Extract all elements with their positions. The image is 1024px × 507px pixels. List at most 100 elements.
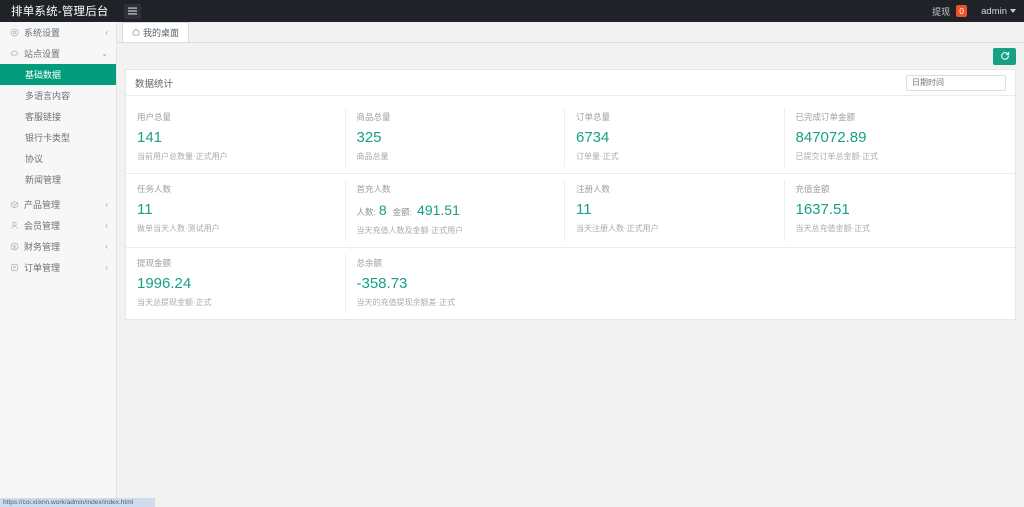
sidebar-subitem-label: 多语言内容	[25, 89, 70, 102]
sidebar-item-agreements[interactable]: 协议	[0, 148, 116, 169]
browser-status-bar: https://coi.xiixnn.work/admin/index/inde…	[0, 498, 155, 507]
sidebar-subitem-label: 基础数据	[25, 68, 61, 81]
sidebar: 系统设置 ‹ 站点设置 ⌄ 基础数据 多语言内容 客服链接 银行卡类型 协议 新…	[0, 22, 117, 507]
stats-cards: 用户总量 141 当前用户总数量·正式用户 商品总量 325 商品总量 订单总量…	[126, 96, 1015, 319]
gear-icon	[10, 28, 22, 37]
app-brand-title: 排单系统-管理后台	[0, 0, 117, 22]
stat-label: 订单总量	[576, 111, 774, 123]
chevron-down-icon: ⌄	[101, 50, 108, 58]
refresh-button[interactable]	[993, 48, 1016, 65]
stat-card-total-users: 用户总量 141 当前用户总数量·正式用户	[126, 102, 346, 173]
sidebar-item-label: 站点设置	[24, 47, 60, 60]
sidebar-item-product-management[interactable]: 产品管理 ‹	[0, 194, 116, 215]
stat-card-withdraw-amount: 提现金额 1996.24 当天总提现金额·正式	[126, 248, 346, 319]
stats-row: 提现金额 1996.24 当天总提现金额·正式 总余额 -358.73 当天的充…	[126, 248, 1015, 319]
stat-value: 1996.24	[137, 275, 335, 293]
stat-desc: 当天总提现金额·正式	[137, 297, 335, 308]
admin-dashboard-page: 排单系统-管理后台 提现 0 admin 系统设置 ‹	[0, 0, 1024, 507]
stat-desc: 已提交订单总金额·正式	[796, 151, 994, 162]
tab-my-desktop[interactable]: 我的桌面	[122, 22, 189, 42]
user-menu[interactable]: admin	[981, 6, 1016, 17]
user-icon	[10, 221, 22, 230]
box-icon	[10, 200, 22, 209]
main-content: 我的桌面 数据统计 用户总量 141	[117, 22, 1024, 507]
chevron-left-icon: ‹	[105, 243, 108, 251]
stat-label: 注册人数	[576, 183, 774, 195]
sidebar-item-label: 财务管理	[24, 240, 60, 253]
panel-title: 数据统计	[135, 76, 173, 90]
sidebar-item-label: 系统设置	[24, 26, 60, 39]
sidebar-item-basic-data[interactable]: 基础数据	[0, 64, 116, 85]
order-icon	[10, 263, 22, 272]
stat-value: 325	[357, 129, 555, 147]
stat-label: 充值金额	[796, 183, 994, 195]
sidebar-item-news-management[interactable]: 新闻管理	[0, 169, 116, 190]
hamburger-icon[interactable]	[124, 4, 141, 19]
stat-value: -358.73	[357, 275, 555, 293]
sidebar-item-finance-management[interactable]: 财务管理 ‹	[0, 236, 116, 257]
home-icon	[132, 28, 140, 38]
refresh-icon	[1000, 51, 1010, 61]
chevron-left-icon: ‹	[105, 264, 108, 272]
sidebar-item-label: 产品管理	[24, 198, 60, 211]
chevron-left-icon: ‹	[105, 222, 108, 230]
stat-desc: 订单量·正式	[576, 151, 774, 162]
stat-value: 1637.51	[796, 201, 994, 219]
sidebar-item-label: 订单管理	[24, 261, 60, 274]
sidebar-item-site-settings[interactable]: 站点设置 ⌄	[0, 43, 116, 64]
stats-panel: 数据统计 用户总量 141 当前用户总数量·正式用户 商品总量 325 商品总量	[125, 69, 1016, 320]
sidebar-item-multilang-content[interactable]: 多语言内容	[0, 85, 116, 106]
withdraw-notice-link[interactable]: 提现	[932, 5, 950, 18]
stat-card-first-deposit: 首充人数 人数: 8 金额: 491.51 当天充值人数及金额·正式用户	[346, 174, 566, 247]
stat-desc: 当天注册人数·正式用户	[576, 223, 774, 234]
stat-people-value: 8	[379, 201, 387, 219]
user-menu-label: admin	[981, 6, 1007, 17]
top-header: 排单系统-管理后台 提现 0 admin	[0, 0, 1024, 22]
sidebar-item-member-management[interactable]: 会员管理 ‹	[0, 215, 116, 236]
sidebar-item-support-links[interactable]: 客服链接	[0, 106, 116, 127]
stat-value: 11	[576, 201, 774, 219]
content-toolbar	[117, 43, 1024, 69]
tab-bar: 我的桌面	[117, 22, 1024, 43]
stat-amount-label: 金额:	[393, 203, 412, 221]
stats-row: 任务人数 11 做单当天人数·测试用户 首充人数 人数: 8 金额: 491.5…	[126, 174, 1015, 248]
stat-card-total-products: 商品总量 325 商品总量	[346, 102, 566, 173]
sidebar-subitem-label: 银行卡类型	[25, 131, 70, 144]
stat-label: 商品总量	[357, 111, 555, 123]
notice-count-badge: 0	[956, 5, 967, 17]
chevron-down-icon	[1010, 9, 1016, 13]
stat-label: 总余额	[357, 257, 555, 269]
stat-value: 6734	[576, 129, 774, 147]
stat-label: 任务人数	[137, 183, 335, 195]
stat-value: 847072.89	[796, 129, 994, 147]
stat-card-task-users: 任务人数 11 做单当天人数·测试用户	[126, 174, 346, 247]
stat-card-deposit-amount: 充值金额 1637.51 当天总充值金额·正式	[785, 174, 1005, 247]
stat-people-label: 人数:	[357, 203, 376, 221]
stat-card-completed-order-amount: 已完成订单金额 847072.89 已提交订单总金额·正式	[785, 102, 1005, 173]
money-icon	[10, 242, 22, 251]
stat-desc: 当天的充值提现余额差·正式	[357, 297, 555, 308]
stat-value-compound: 人数: 8 金额: 491.51	[357, 201, 555, 221]
stat-label: 已完成订单金额	[796, 111, 994, 123]
stat-label: 首充人数	[357, 183, 555, 195]
stat-card-registrations: 注册人数 11 当天注册人数·正式用户	[565, 174, 785, 247]
sidebar-item-bank-card-types[interactable]: 银行卡类型	[0, 127, 116, 148]
stats-row: 用户总量 141 当前用户总数量·正式用户 商品总量 325 商品总量 订单总量…	[126, 102, 1015, 174]
stat-label: 提现金额	[137, 257, 335, 269]
stat-card-total-balance: 总余额 -358.73 当天的充值提现余额差·正式	[346, 248, 566, 319]
stat-desc: 当天充值人数及金额·正式用户	[357, 225, 555, 236]
sidebar-item-label: 会员管理	[24, 219, 60, 232]
stat-amount-value: 491.51	[417, 201, 460, 219]
stat-card-total-orders: 订单总量 6734 订单量·正式	[565, 102, 785, 173]
stat-value: 11	[137, 201, 335, 219]
stat-value: 141	[137, 129, 335, 147]
sidebar-item-order-management[interactable]: 订单管理 ‹	[0, 257, 116, 278]
chevron-left-icon: ‹	[105, 201, 108, 209]
sidebar-subitem-label: 协议	[25, 152, 43, 165]
sidebar-subitem-label: 客服链接	[25, 110, 61, 123]
stats-panel-header: 数据统计	[126, 70, 1015, 96]
chevron-left-icon: ‹	[105, 29, 108, 37]
date-range-input[interactable]	[906, 75, 1006, 91]
sidebar-item-system-settings[interactable]: 系统设置 ‹	[0, 22, 116, 43]
stat-label: 用户总量	[137, 111, 335, 123]
